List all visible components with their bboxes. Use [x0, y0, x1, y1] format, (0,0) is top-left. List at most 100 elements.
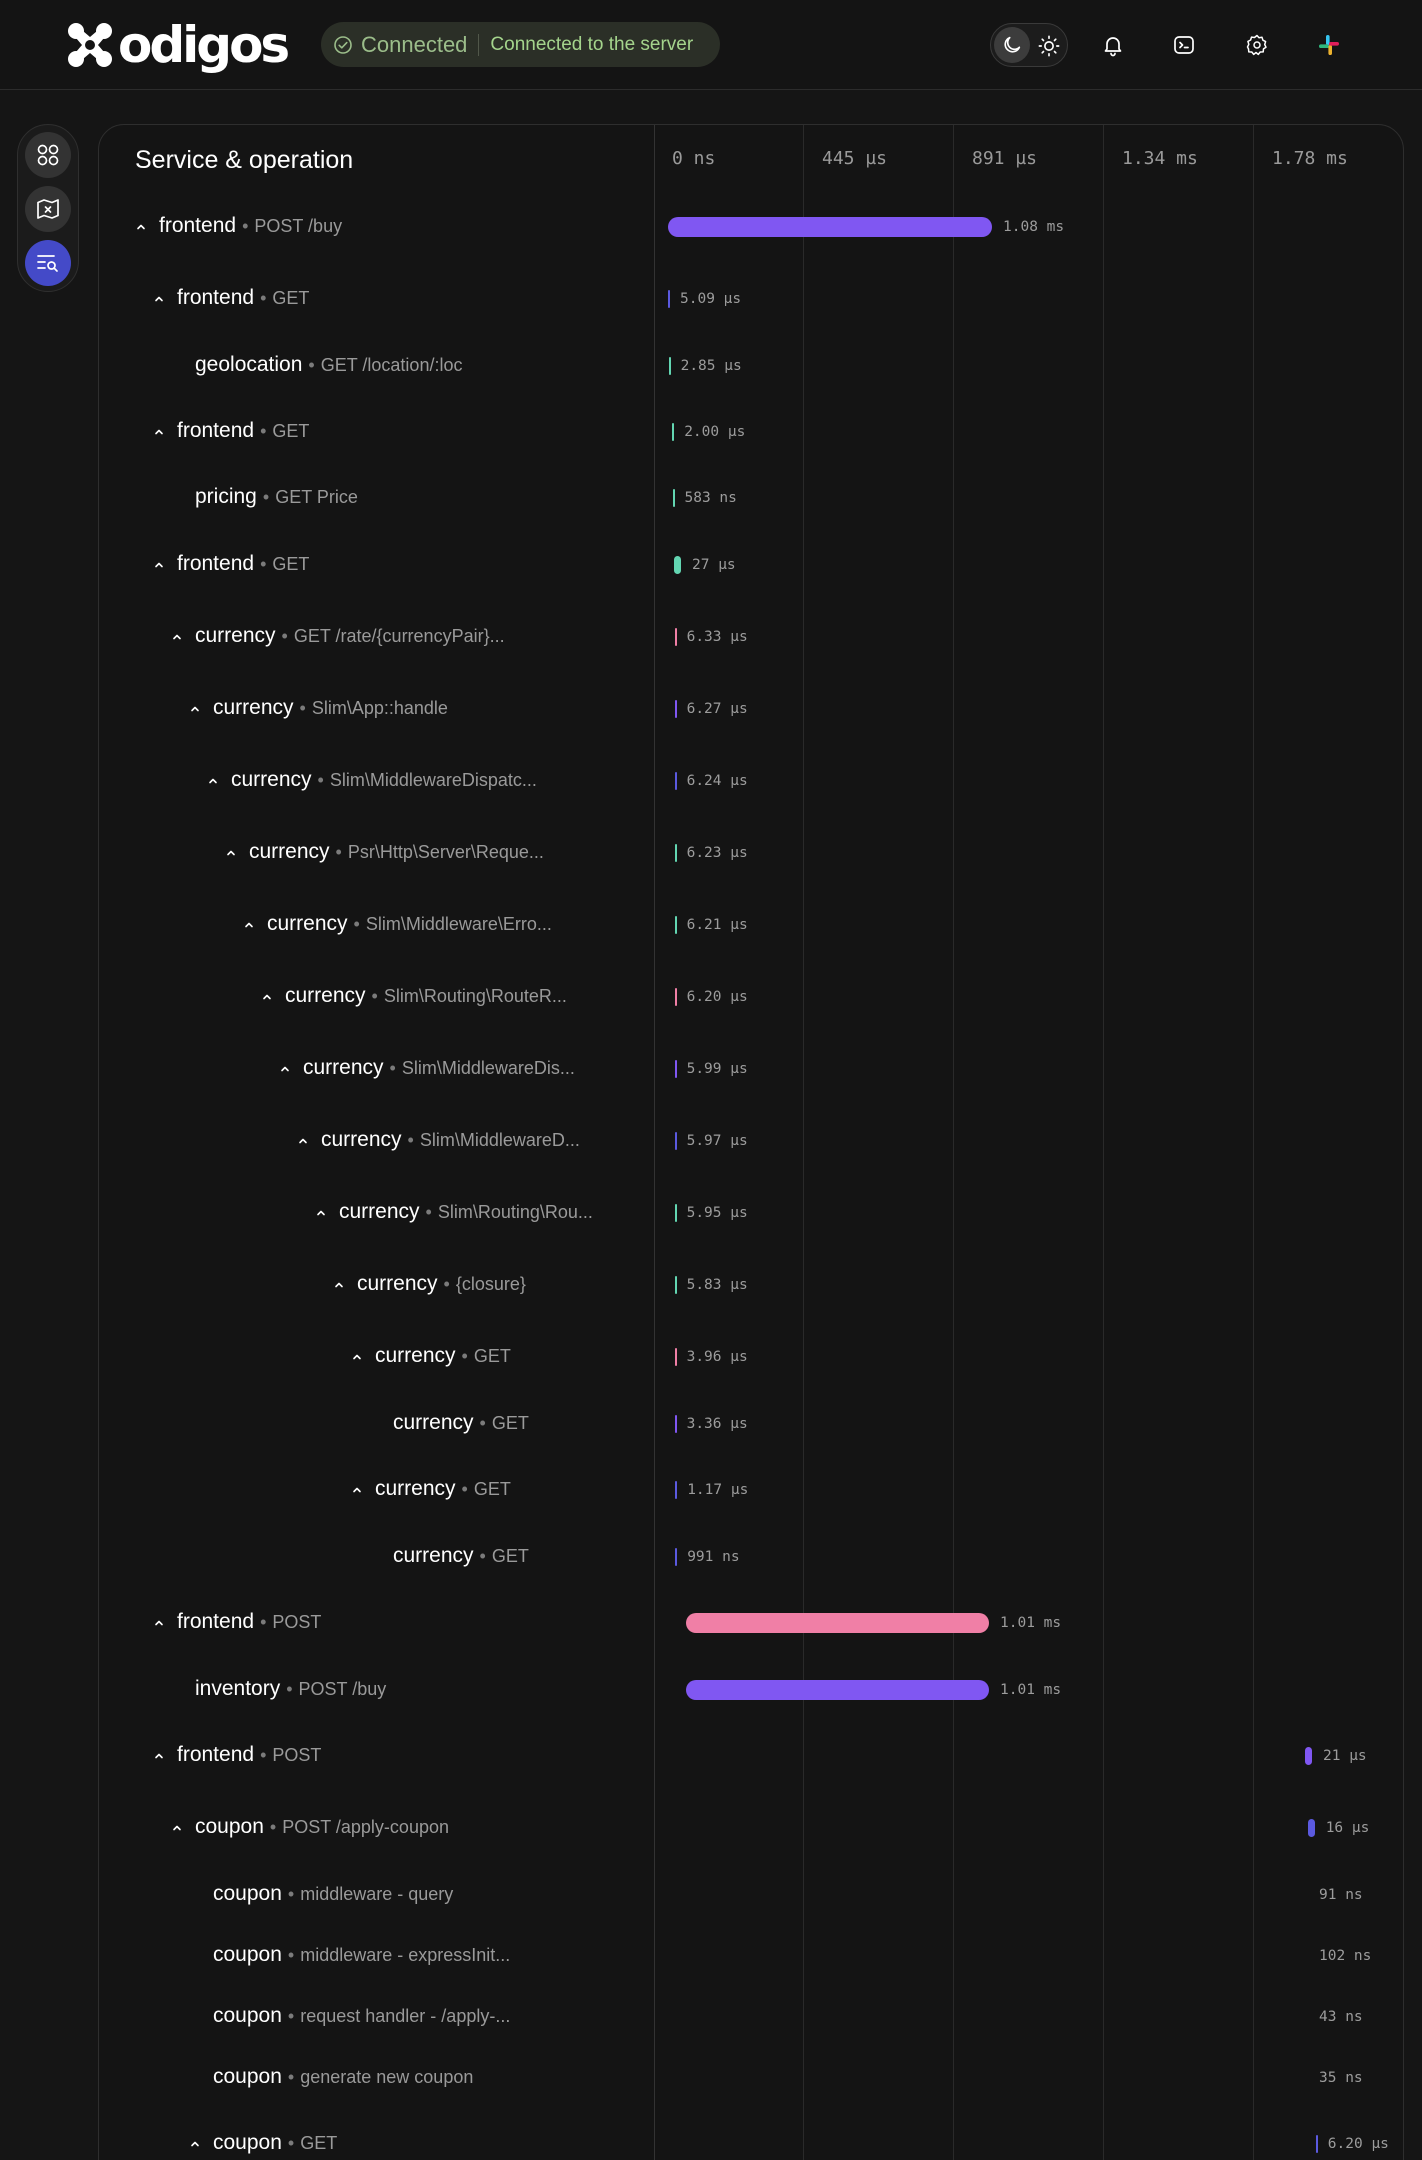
span-row[interactable]: coupon • GET 6.20 µs: [99, 2122, 1403, 2160]
label-separator: •: [308, 355, 315, 375]
terminal-button[interactable]: [1166, 27, 1202, 63]
span-duration-bar[interactable]: [668, 290, 670, 308]
span-duration-bar[interactable]: [674, 844, 677, 862]
map-icon: [37, 199, 59, 219]
operation-name: Slim\MiddlewareDis...: [401, 1058, 575, 1078]
collapse-toggle[interactable]: [149, 1744, 169, 1768]
span-duration-bar[interactable]: [674, 1276, 677, 1294]
span-duration-bar[interactable]: [674, 556, 681, 574]
span-row[interactable]: currency • GET 3.96 µs: [99, 1335, 1403, 1379]
span-duration-bar[interactable]: [672, 489, 675, 507]
span-duration: 6.23 µs: [686, 845, 748, 861]
span-row[interactable]: geolocation • GET /location/:loc 2.85 µs: [99, 344, 1403, 388]
span-duration-bar[interactable]: [674, 772, 677, 790]
span-row[interactable]: currency • Slim\Middleware\Erro... 6.21 µs: [99, 903, 1403, 947]
span-duration-bar[interactable]: [674, 1415, 677, 1433]
span-row[interactable]: coupon • POST /apply-coupon 16 µs: [99, 1806, 1403, 1850]
collapse-toggle[interactable]: [347, 1478, 367, 1502]
light-mode-option[interactable]: [1033, 30, 1065, 62]
span-row[interactable]: currency • Slim\Routing\Rou... 5.95 µs: [99, 1191, 1403, 1235]
span-row[interactable]: frontend • GET 5.09 µs: [99, 277, 1403, 321]
span-row[interactable]: currency • GET 991 ns: [99, 1535, 1403, 1579]
span-row[interactable]: inventory • POST /buy 1.01 ms: [99, 1668, 1403, 1712]
span-row[interactable]: currency • Slim\MiddlewareD... 5.97 µs: [99, 1119, 1403, 1163]
span-row[interactable]: currency • {closure} 5.83 µs: [99, 1263, 1403, 1307]
collapse-toggle[interactable]: [329, 1273, 349, 1297]
collapse-toggle[interactable]: [149, 287, 169, 311]
span-row[interactable]: currency • Slim\App::handle 6.27 µs: [99, 687, 1403, 731]
span-row[interactable]: currency • GET 3.36 µs: [99, 1402, 1403, 1446]
span-duration-bar[interactable]: [674, 1348, 677, 1366]
span-row[interactable]: coupon • middleware - expressInit... 102 ns: [99, 1934, 1403, 1978]
collapse-toggle[interactable]: [149, 1611, 169, 1635]
trace-panel: Service & operation 0 ns 445 µs 891 µs 1…: [98, 124, 1404, 2160]
span-row[interactable]: coupon • generate new coupon 35 ns: [99, 2056, 1403, 2100]
collapse-toggle[interactable]: [257, 985, 277, 1009]
span-duration-bar[interactable]: [668, 217, 992, 237]
operation-name: GET: [272, 554, 310, 574]
nav-trace-view[interactable]: [25, 240, 71, 286]
span-duration-bar[interactable]: [674, 628, 677, 646]
collapse-toggle[interactable]: [185, 2132, 205, 2156]
odigos-logo[interactable]: odigos: [66, 16, 290, 74]
span-row[interactable]: coupon • middleware - query 91 ns: [99, 1873, 1403, 1917]
span-duration-bar[interactable]: [674, 1060, 677, 1078]
span-duration-bar[interactable]: [672, 423, 675, 441]
span-row[interactable]: currency • Slim\Routing\RouteR... 6.20 µs: [99, 975, 1403, 1019]
span-duration-bar[interactable]: [668, 357, 671, 375]
span-duration-bar[interactable]: [675, 1481, 678, 1499]
span-duration-bar[interactable]: [674, 916, 677, 934]
nav-overview[interactable]: [25, 132, 71, 178]
connection-status-message: Connected to the server: [490, 33, 694, 55]
span-row[interactable]: frontend • POST /buy 1.08 ms: [99, 205, 1403, 249]
span-row[interactable]: coupon • request handler - /apply-... 43 ns: [99, 1995, 1403, 2039]
dark-mode-option[interactable]: [994, 27, 1030, 63]
span-row[interactable]: currency • GET 1.17 µs: [99, 1468, 1403, 1512]
collapse-toggle[interactable]: [167, 625, 187, 649]
collapse-toggle[interactable]: [221, 841, 241, 865]
slack-button[interactable]: [1311, 27, 1347, 63]
span-row[interactable]: pricing • GET Price 583 ns: [99, 476, 1403, 520]
notifications-button[interactable]: [1095, 27, 1131, 63]
span-duration-bar[interactable]: [674, 1132, 677, 1150]
span-row[interactable]: currency • Psr\Http\Server\Reque... 6.23 µs: [99, 831, 1403, 875]
collapse-toggle[interactable]: [131, 215, 151, 239]
collapse-toggle[interactable]: [293, 1129, 313, 1153]
span-row[interactable]: currency • GET /rate/{currencyPair}... 6.33…: [99, 615, 1403, 659]
span-label: frontend • GET: [177, 552, 309, 578]
collapse-toggle[interactable]: [149, 553, 169, 577]
operation-name: GET /location/:loc: [320, 355, 463, 375]
brand-name: odigos: [118, 16, 290, 74]
settings-button[interactable]: [1239, 27, 1275, 63]
span-duration-bar[interactable]: [674, 700, 677, 718]
collapse-toggle[interactable]: [311, 1201, 331, 1225]
collapse-toggle[interactable]: [347, 1345, 367, 1369]
nav-service-map[interactable]: [25, 186, 71, 232]
span-row[interactable]: currency • Slim\MiddlewareDis... 5.99 µs: [99, 1047, 1403, 1091]
span-row[interactable]: frontend • GET 27 µs: [99, 543, 1403, 587]
collapse-toggle[interactable]: [275, 1057, 295, 1081]
span-duration: 3.96 µs: [686, 1349, 748, 1365]
span-row[interactable]: currency • Slim\MiddlewareDispatc... 6.24 µ…: [99, 759, 1403, 803]
span-duration-bar[interactable]: [674, 988, 677, 1006]
span-label: coupon • request handler - /apply-...: [213, 2004, 510, 2030]
collapse-toggle[interactable]: [185, 697, 205, 721]
collapse-toggle[interactable]: [203, 769, 223, 793]
span-duration-bar[interactable]: [1315, 2135, 1318, 2153]
span-duration-bar[interactable]: [686, 1680, 989, 1700]
top-bar: odigos Connected Connected to the server: [0, 0, 1422, 90]
span-duration: 6.20 µs: [1327, 2136, 1389, 2152]
span-row[interactable]: frontend • POST 21 µs: [99, 1734, 1403, 1778]
span-row[interactable]: frontend • POST 1.01 ms: [99, 1601, 1403, 1645]
collapse-toggle[interactable]: [239, 913, 259, 937]
collapse-toggle[interactable]: [167, 1816, 187, 1840]
theme-toggle[interactable]: [990, 23, 1068, 67]
operation-name: Slim\MiddlewareD...: [419, 1130, 580, 1150]
span-duration-bar[interactable]: [675, 1548, 678, 1566]
span-row[interactable]: frontend • GET 2.00 µs: [99, 410, 1403, 454]
span-duration-bar[interactable]: [674, 1204, 677, 1222]
span-duration-bar[interactable]: [1305, 1747, 1312, 1765]
span-duration-bar[interactable]: [686, 1613, 989, 1633]
collapse-toggle[interactable]: [149, 420, 169, 444]
span-duration-bar[interactable]: [1307, 1819, 1315, 1837]
